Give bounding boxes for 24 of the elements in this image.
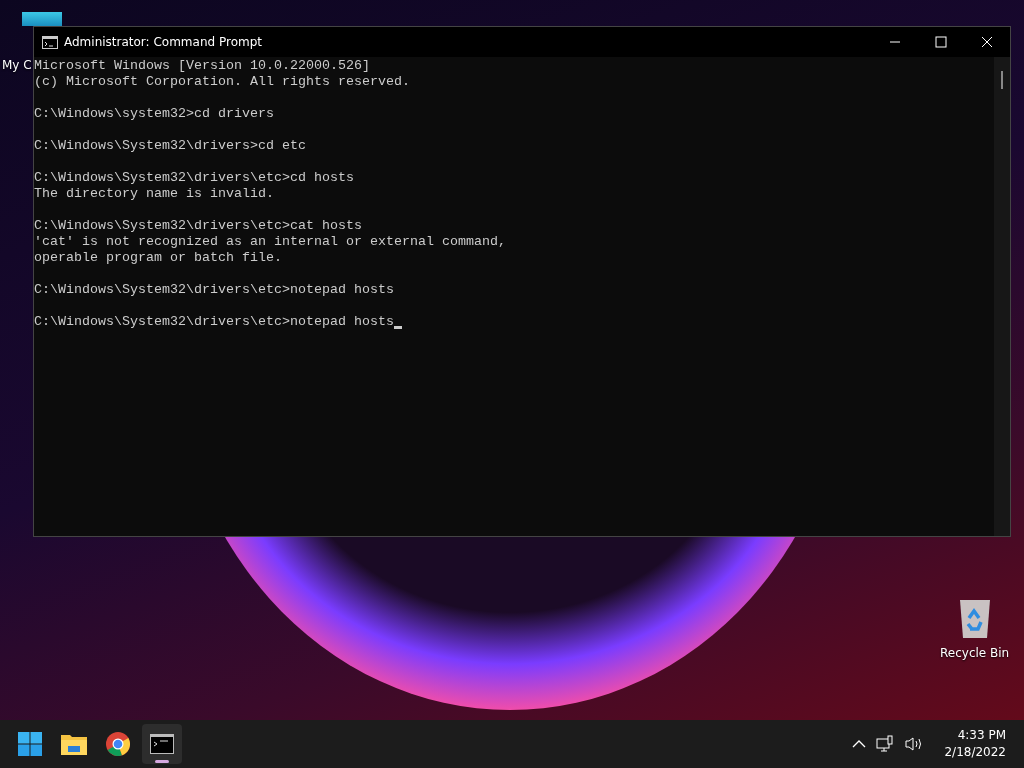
terminal-icon[interactable] bbox=[150, 734, 174, 754]
clock-time[interactable]: 4:33 PM bbox=[957, 727, 1006, 744]
folder-icon[interactable] bbox=[61, 733, 87, 755]
console-line: C:\Windows\System32\drivers\etc>notepad hosts bbox=[34, 282, 394, 298]
console-line: C:\Windows\System32\drivers\etc>cat hosts bbox=[34, 218, 362, 234]
console-line: 'cat' is not recognized as an internal or external command, bbox=[34, 234, 506, 250]
desktop-icon-label[interactable]: My C bbox=[2, 58, 32, 72]
console-line: Microsoft Windows [Version 10.0.22000.526] bbox=[34, 58, 370, 74]
console-line: C:\Windows\system32>cd drivers bbox=[34, 106, 274, 122]
console-line: C:\Windows\System32\drivers\etc>cd hosts bbox=[34, 170, 354, 186]
console-line: C:\Windows\System32\drivers\etc>notepad hosts bbox=[34, 314, 394, 330]
browser-icon[interactable] bbox=[106, 732, 130, 756]
console-line: C:\Windows\System32\drivers>cd etc bbox=[34, 138, 306, 154]
clock-date[interactable]: 2/18/2022 bbox=[944, 744, 1006, 761]
chevron-up-icon[interactable] bbox=[852, 739, 867, 749]
console-line: The directory name is invalid. bbox=[34, 186, 274, 202]
window-title: Administrator: Command Prompt bbox=[64, 35, 262, 49]
network-icon[interactable] bbox=[876, 735, 895, 753]
taskbar-button[interactable] bbox=[142, 724, 182, 764]
console-line: (c) Microsoft Corporation. All rights reserved. bbox=[34, 74, 410, 90]
scrollbar[interactable] bbox=[994, 57, 1010, 536]
desktop-icon-label[interactable]: Recycle Bin bbox=[940, 646, 1010, 660]
console-line: operable program or batch file. bbox=[34, 250, 282, 266]
terminal-icon bbox=[42, 35, 58, 49]
